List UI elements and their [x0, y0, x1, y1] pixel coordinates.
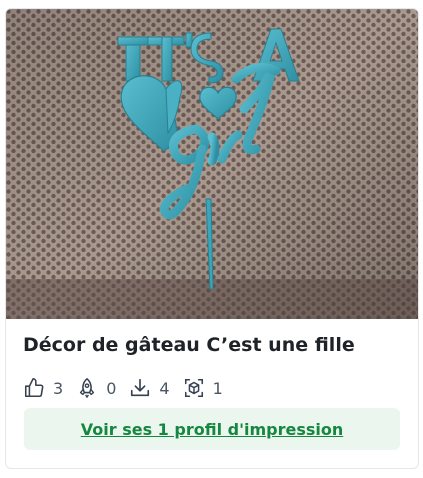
likes-stat[interactable]: 3 — [23, 377, 63, 399]
cube-icon — [184, 378, 203, 398]
cake-topper-photo — [6, 9, 418, 319]
rocket-icon — [80, 378, 95, 398]
downloads-count: 4 — [159, 378, 170, 398]
makes-stat[interactable]: 1 — [183, 377, 223, 399]
downloads-stat[interactable]: 4 — [129, 377, 170, 399]
boosts-stat[interactable]: 0 — [76, 377, 116, 399]
download-icon — [131, 378, 150, 397]
thumbs-up-icon — [24, 378, 44, 398]
model-card[interactable]: Décor de gâteau C’est une fille 3 0 4 1 … — [5, 8, 419, 469]
model-title[interactable]: Décor de gâteau C’est une fille — [23, 334, 355, 356]
print-profile-button[interactable]: Voir ses 1 profil d'impression — [24, 408, 400, 450]
likes-count: 3 — [53, 378, 64, 398]
makes-count: 1 — [212, 378, 223, 398]
boosts-count: 0 — [106, 378, 117, 398]
stats-row: 3 0 4 1 — [23, 377, 236, 399]
print-profile-link[interactable]: Voir ses 1 profil d'impression — [81, 420, 343, 439]
model-image[interactable] — [6, 9, 418, 319]
